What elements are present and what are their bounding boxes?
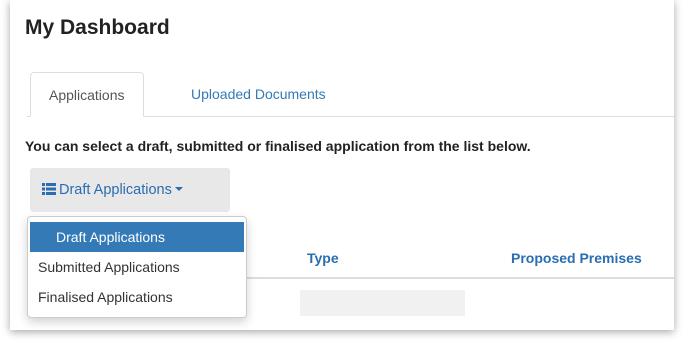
draft-applications-dropdown-button[interactable]: Draft Applications (30, 168, 230, 212)
caret-down-icon (174, 187, 183, 191)
menu-item-draft-applications[interactable]: Draft Applications (30, 222, 244, 252)
page-title: My Dashboard (25, 16, 170, 39)
table-header-divider (246, 277, 674, 279)
menu-item-finalised-applications[interactable]: Finalised Applications (28, 282, 246, 312)
tab-applications[interactable]: Applications (30, 72, 144, 117)
dropdown-label: Draft Applications (59, 182, 172, 198)
column-header-proposed-premises[interactable]: Proposed Premises (511, 250, 642, 266)
column-header-type[interactable]: Type (307, 250, 339, 266)
list-icon (42, 183, 56, 195)
tab-uploaded-documents[interactable]: Uploaded Documents (173, 72, 344, 116)
table-row-placeholder (300, 290, 465, 316)
dropdown-menu: Draft Applications Submitted Application… (27, 216, 247, 318)
tab-bar: Applications Uploaded Documents (27, 72, 674, 117)
instruction-text: You can select a draft, submitted or fin… (25, 138, 531, 154)
screenshot-frame: My Dashboard Applications Uploaded Docum… (0, 0, 686, 342)
dashboard-panel: My Dashboard Applications Uploaded Docum… (10, 0, 674, 330)
menu-item-submitted-applications[interactable]: Submitted Applications (28, 252, 246, 282)
